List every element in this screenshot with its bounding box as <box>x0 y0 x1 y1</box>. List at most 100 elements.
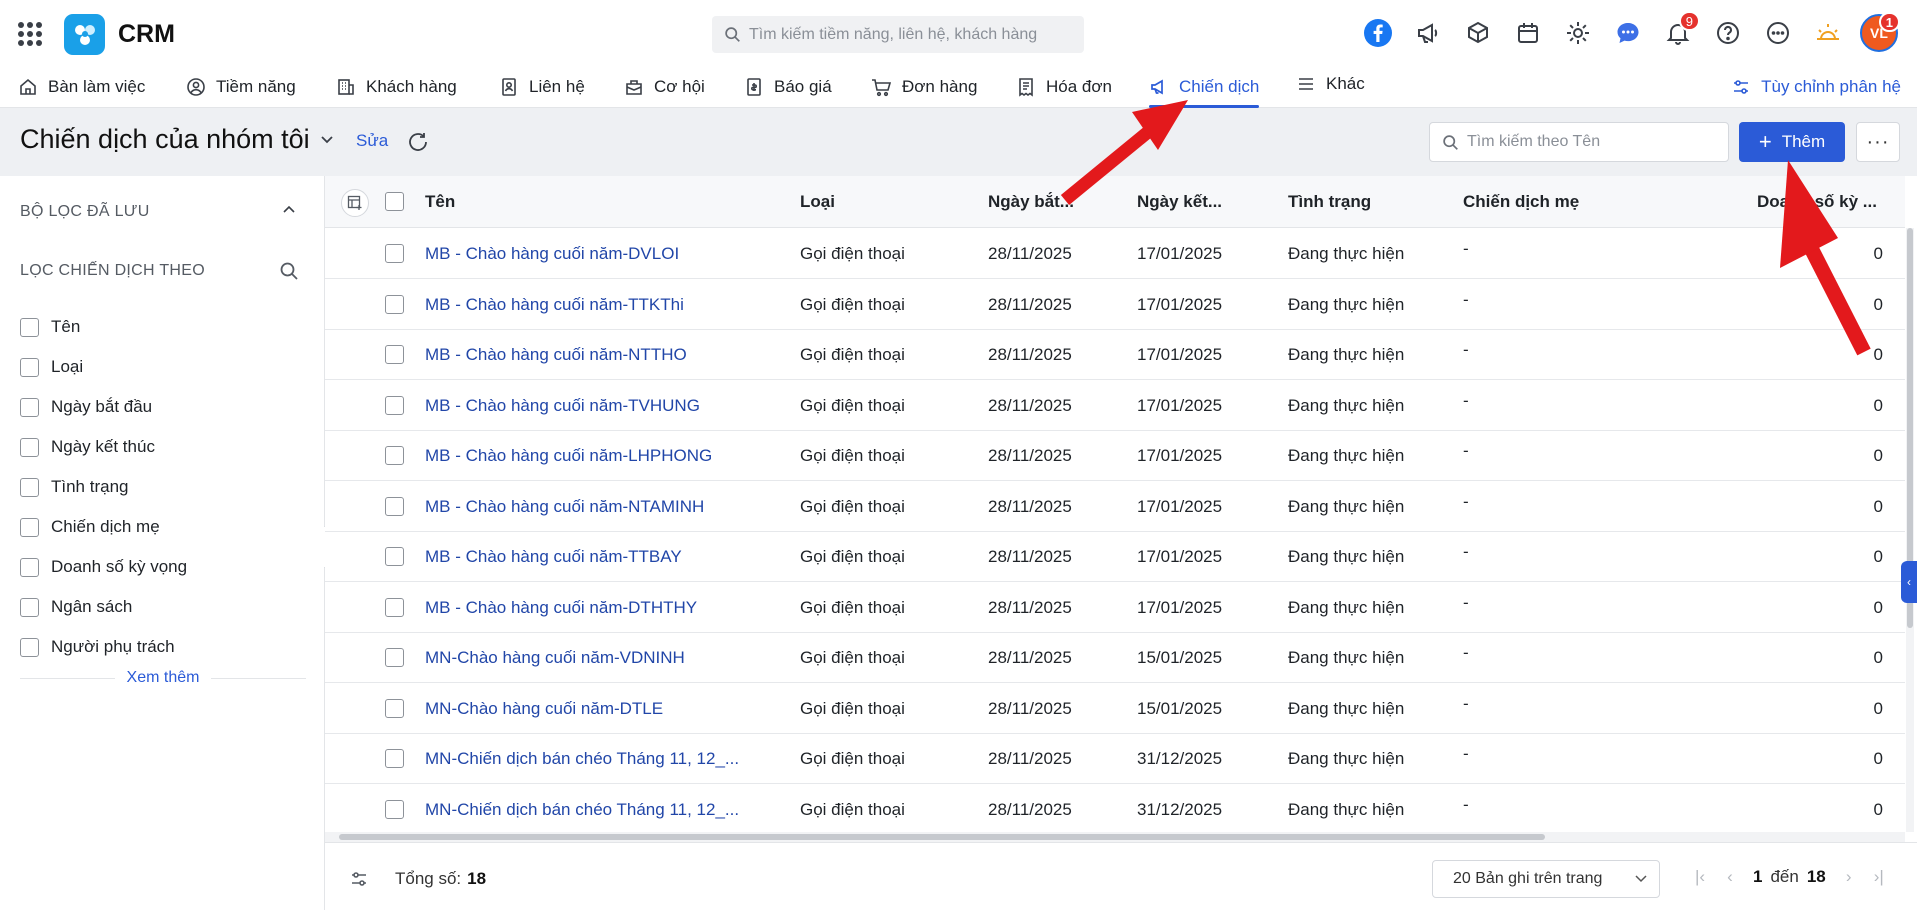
column-header-start-date[interactable]: Ngày bắt... <box>988 176 1098 228</box>
column-header-type[interactable]: Loại <box>800 176 940 228</box>
help-icon[interactable] <box>1710 15 1746 51</box>
filter-checkbox[interactable] <box>20 637 39 657</box>
filter-option-end-date[interactable]: Ngày kết thúc <box>20 435 155 459</box>
vertical-scrollbar[interactable] <box>1906 228 1914 832</box>
filter-option-name[interactable]: Tên <box>20 315 80 339</box>
chevron-up-icon[interactable] <box>282 204 296 214</box>
user-avatar[interactable]: VL 1 <box>1860 12 1900 52</box>
cell-name[interactable]: MN-Chiến dịch bán chéo Tháng 11, 12_... <box>425 785 785 835</box>
filter-option-parent-campaign[interactable]: Chiến dịch mẹ <box>20 515 160 539</box>
cell-name[interactable]: MB - Chào hàng cuối năm-DTHTHY <box>425 583 785 633</box>
row-checkbox[interactable] <box>385 799 416 824</box>
cell-name[interactable]: MB - Chào hàng cuối năm-LHPHONG <box>425 431 785 481</box>
row-checkbox[interactable] <box>385 648 416 672</box>
prev-page-icon[interactable]: ‹ <box>1715 867 1745 887</box>
cell-name[interactable]: MB - Chào hàng cuối năm-NTAMINH <box>425 482 785 532</box>
row-checkbox[interactable] <box>385 345 416 369</box>
customize-modules-link[interactable]: Tùy chỉnh phân hệ <box>1731 66 1901 108</box>
nav-item-desk[interactable]: Bàn làm việc <box>18 66 145 108</box>
search-icon[interactable] <box>279 261 299 281</box>
table-row[interactable]: MB - Chào hàng cuối năm-DTHTHY Gọi điện t… <box>325 582 1905 633</box>
row-checkbox[interactable] <box>385 446 416 470</box>
filter-option-expected-revenue[interactable]: Doanh số kỳ vọng <box>20 555 187 579</box>
table-row[interactable]: MB - Chào hàng cuối năm-TVHUNG Gọi điện t… <box>325 380 1905 431</box>
last-page-icon[interactable]: ›| <box>1864 867 1894 887</box>
cell-name[interactable]: MB - Chào hàng cuối năm-TTBAY <box>425 532 785 582</box>
table-row[interactable]: MN-Chiến dịch bán chéo Tháng 11, 12_... G… <box>325 784 1905 835</box>
sliders-icon[interactable] <box>349 869 369 889</box>
row-checkbox[interactable] <box>385 597 416 622</box>
chevron-down-icon[interactable] <box>320 135 334 145</box>
facebook-icon[interactable] <box>1360 15 1396 51</box>
table-row[interactable]: MN-Chào hàng cuối năm-DTLE Gọi điện thoại… <box>325 683 1905 734</box>
first-page-icon[interactable]: |‹ <box>1685 867 1715 887</box>
more-circle-icon[interactable] <box>1760 15 1796 51</box>
table-row[interactable]: MB - Chào hàng cuối năm-TTKThi Gọi điện t… <box>325 279 1905 330</box>
records-per-page-select[interactable]: 20 Bản ghi trên trang <box>1432 860 1660 898</box>
settings-gear-icon[interactable] <box>1560 15 1596 51</box>
row-checkbox[interactable] <box>385 496 416 521</box>
table-row[interactable]: MN-Chào hàng cuối năm-VDNINH Gọi điện tho… <box>325 633 1905 683</box>
nav-item-contacts[interactable]: Liên hệ <box>499 66 585 108</box>
bell-icon[interactable]: 9 <box>1660 11 1700 51</box>
nav-item-customers[interactable]: Khách hàng <box>336 66 457 108</box>
filter-checkbox[interactable] <box>20 397 39 417</box>
filter-option-type[interactable]: Loại <box>20 355 83 379</box>
package-search-icon[interactable] <box>1460 15 1496 51</box>
filter-checkbox[interactable] <box>20 357 39 377</box>
select-all-checkbox[interactable] <box>385 192 416 216</box>
nav-item-quotes[interactable]: Báo giá <box>744 66 832 108</box>
row-checkbox[interactable] <box>385 244 416 268</box>
filter-option-start-date[interactable]: Ngày bắt đầu <box>20 395 152 419</box>
column-settings-icon[interactable] <box>341 189 369 217</box>
cell-name[interactable]: MB - Chào hàng cuối năm-DVLOI <box>425 229 785 279</box>
filter-checkbox[interactable] <box>20 597 39 617</box>
edit-view-link[interactable]: Sửa <box>356 131 388 151</box>
page-title[interactable]: Chiến dịch của nhóm tôi <box>20 124 310 155</box>
row-checkbox[interactable] <box>385 698 416 723</box>
nav-item-invoices[interactable]: Hóa đơn <box>1016 66 1112 108</box>
nav-item-orders[interactable]: Đơn hàng <box>870 66 977 108</box>
global-search[interactable] <box>712 16 1084 53</box>
column-header-name[interactable]: Tên <box>425 176 665 228</box>
table-row[interactable]: MB - Chào hàng cuối năm-TTBAY Gọi điện th… <box>325 532 1905 582</box>
column-header-expected-revenue[interactable]: Doanh số kỳ ... <box>1757 176 1887 228</box>
add-campaign-button[interactable]: + Thêm <box>1739 122 1845 162</box>
filter-option-owner[interactable]: Người phụ trách <box>20 635 175 659</box>
table-row[interactable]: MB - Chào hàng cuối năm-NTTHO Gọi điện th… <box>325 330 1905 380</box>
calendar-icon[interactable] <box>1510 15 1546 51</box>
cell-name[interactable]: MN-Chiến dịch bán chéo Tháng 11, 12_... <box>425 734 785 784</box>
filter-checkbox[interactable] <box>20 517 39 537</box>
row-checkbox[interactable] <box>385 749 416 773</box>
name-search[interactable] <box>1429 122 1729 162</box>
column-header-end-date[interactable]: Ngày kết... <box>1137 176 1247 228</box>
more-actions-button[interactable]: ··· <box>1856 122 1900 162</box>
table-row[interactable]: MN-Chiến dịch bán chéo Tháng 11, 12_... G… <box>325 734 1905 784</box>
column-header-status[interactable]: Tình trạng <box>1288 176 1428 228</box>
see-more-link[interactable]: Xem thêm <box>20 668 307 688</box>
filter-checkbox[interactable] <box>20 317 39 337</box>
filter-checkbox[interactable] <box>20 437 39 457</box>
nav-item-leads[interactable]: Tiềm năng <box>186 66 296 108</box>
filter-option-budget[interactable]: Ngân sách <box>20 595 132 619</box>
name-search-input[interactable] <box>1467 133 1717 151</box>
row-checkbox[interactable] <box>385 294 416 319</box>
next-page-icon[interactable]: › <box>1834 867 1864 887</box>
table-row[interactable]: MB - Chào hàng cuối năm-DVLOI Gọi điện th… <box>325 229 1905 279</box>
cell-name[interactable]: MN-Chào hàng cuối năm-VDNINH <box>425 633 785 683</box>
crm-logo[interactable] <box>64 14 105 55</box>
cell-name[interactable]: MB - Chào hàng cuối năm-NTTHO <box>425 330 785 380</box>
nav-item-opportunities[interactable]: Cơ hội <box>624 66 705 108</box>
nav-item-campaigns[interactable]: Chiến dịch <box>1149 66 1260 108</box>
apps-grid-icon[interactable] <box>18 22 42 46</box>
cell-name[interactable]: MB - Chào hàng cuối năm-TTKThi <box>425 280 785 330</box>
cell-name[interactable]: MN-Chào hàng cuối năm-DTLE <box>425 684 785 734</box>
right-panel-toggle[interactable]: ‹ <box>1901 561 1917 603</box>
table-row[interactable]: MB - Chào hàng cuối năm-LHPHONG Gọi điện … <box>325 431 1905 481</box>
refresh-icon[interactable] <box>406 130 430 154</box>
global-search-input[interactable] <box>749 25 1079 44</box>
megaphone-icon[interactable] <box>1410 15 1446 51</box>
row-checkbox[interactable] <box>385 547 416 571</box>
filter-checkbox[interactable] <box>20 477 39 497</box>
table-row[interactable]: MB - Chào hàng cuối năm-NTAMINH Gọi điện … <box>325 481 1905 532</box>
